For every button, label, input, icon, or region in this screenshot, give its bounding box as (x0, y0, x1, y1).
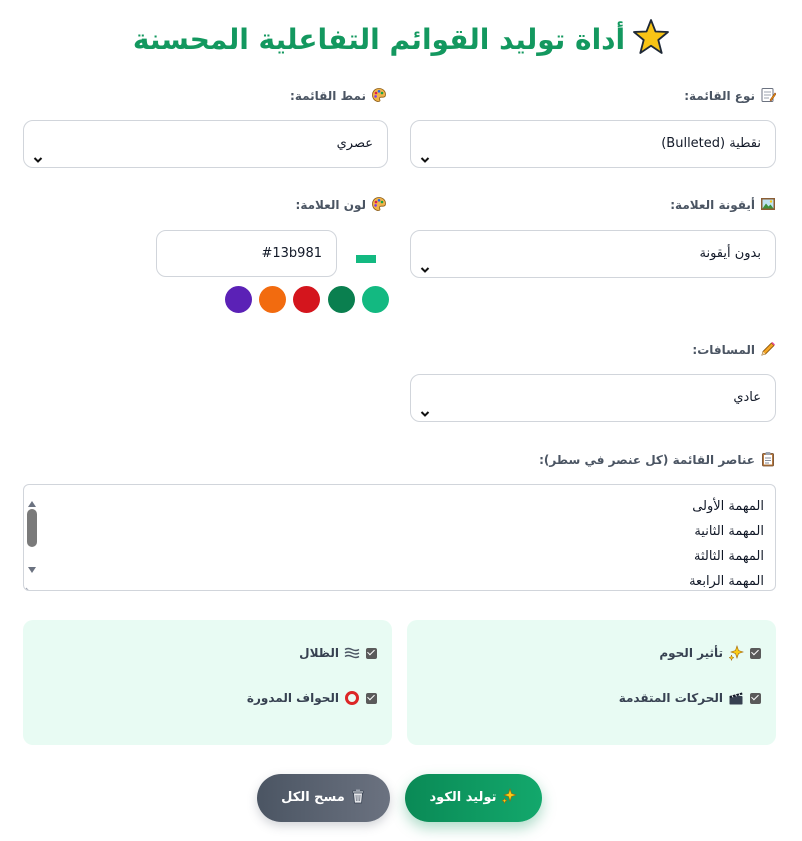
fog-icon (344, 645, 360, 661)
color-preset-purple[interactable] (225, 286, 252, 313)
items-textarea[interactable]: المهمة الأولى المهمة الثانية المهمة الثا… (23, 484, 776, 591)
list-style-value: عصري (336, 136, 373, 151)
list-type-label: نوع القائمة: (684, 87, 777, 104)
trash-icon (350, 777, 366, 804)
color-hex-input[interactable]: #13b981 (156, 230, 337, 277)
color-picker-swatch[interactable] (356, 255, 376, 263)
options-panel-left (23, 620, 392, 745)
resize-grip-icon[interactable] (25, 581, 35, 590)
marker-icon-select[interactable]: بدون أيقونة (410, 230, 776, 278)
clear-all-button[interactable]: مسح الكل (257, 774, 390, 822)
chevron-down-icon (33, 139, 43, 163)
marker-icon-label: أيقونة العلامة: (670, 196, 776, 213)
option-rounded-corners[interactable]: الحواف المدورة (247, 690, 377, 706)
sparkles-icon (728, 645, 744, 662)
options-panel-right (407, 620, 776, 745)
marker-icon-value: بدون أيقونة (699, 246, 761, 261)
scroll-up-icon[interactable] (27, 493, 37, 507)
clipboard-icon (760, 451, 776, 467)
items-label: عناصر القائمة (كل عنصر في سطر): (539, 451, 776, 468)
palette-icon (371, 196, 387, 212)
list-type-value: نقطية (Bulleted) (661, 136, 761, 151)
spacing-label: المسافات: (692, 341, 776, 358)
page-title-text: أداة توليد القوائم التفاعلية المحسنة (132, 23, 626, 56)
marker-color-label: لون العلامة: (296, 196, 387, 213)
list-item-line: المهمة الثالثة (693, 549, 764, 564)
list-item-line: المهمة الرابعة (689, 574, 764, 589)
chevron-down-icon (420, 139, 430, 163)
color-preset-dark-green[interactable] (328, 286, 355, 313)
list-item-line: المهمة الأولى (692, 499, 764, 514)
scrollbar[interactable] (24, 485, 40, 590)
hover-effect-checkbox[interactable] (750, 648, 761, 659)
list-style-label: نمط القائمة: (290, 87, 387, 104)
page-title: أداة توليد القوائم التفاعلية المحسنة (0, 18, 802, 62)
chevron-down-icon (420, 393, 430, 417)
palette-icon (371, 87, 387, 103)
sparkles-icon (501, 777, 518, 805)
star-icon (633, 19, 670, 55)
shadows-checkbox[interactable] (366, 648, 377, 659)
color-preset-red[interactable] (293, 286, 320, 313)
clapper-icon (728, 690, 744, 706)
hollow-circle-icon (344, 690, 360, 706)
list-style-select[interactable]: عصري (23, 120, 388, 168)
list-item-line: المهمة الثانية (694, 524, 764, 539)
picture-icon (760, 196, 776, 212)
pencil-icon (760, 341, 776, 357)
color-preset-green[interactable] (362, 286, 389, 313)
memo-icon (760, 87, 777, 103)
advanced-animations-checkbox[interactable] (750, 693, 761, 704)
option-advanced-animations[interactable]: الحركات المتقدمة (619, 690, 761, 706)
chevron-down-icon (420, 249, 430, 273)
color-preset-orange[interactable] (259, 286, 286, 313)
option-hover-effect[interactable]: تأثير الحوم (659, 645, 761, 662)
scroll-thumb[interactable] (27, 509, 37, 547)
list-type-select[interactable]: نقطية (Bulleted) (410, 120, 776, 168)
generate-code-button[interactable]: توليد الكود (405, 774, 542, 822)
rounded-corners-checkbox[interactable] (366, 693, 377, 704)
spacing-value: عادي (733, 390, 761, 405)
option-shadows[interactable]: الظلال (299, 645, 377, 661)
spacing-select[interactable]: عادي (410, 374, 776, 422)
scroll-down-icon[interactable] (27, 559, 37, 573)
